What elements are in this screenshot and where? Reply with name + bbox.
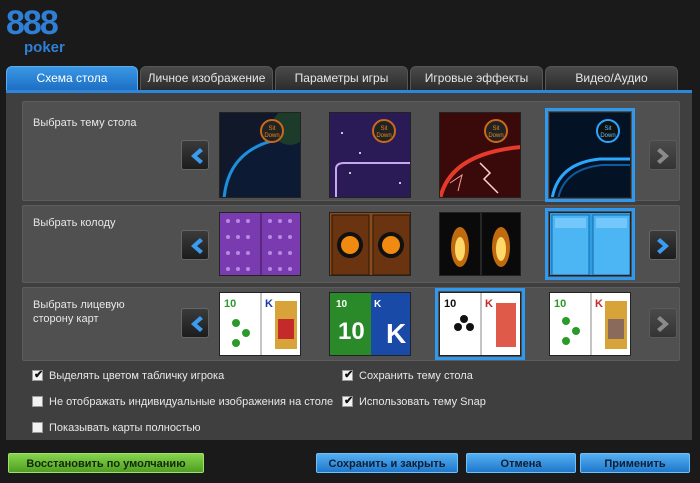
save-table-theme-option[interactable]: ✔ Сохранить тему стола (342, 369, 542, 383)
deck-prev-button[interactable] (181, 230, 209, 260)
svg-text:K: K (485, 298, 493, 310)
chevron-left-icon (191, 238, 203, 254)
svg-text:K: K (374, 299, 382, 310)
save-and-close-button[interactable]: Сохранить и закрыть (316, 453, 458, 473)
chevron-right-icon (657, 238, 669, 254)
restore-defaults-button[interactable]: Восстановить по умолчанию (8, 453, 204, 473)
table-theme-label: Выбрать тему стола (33, 117, 137, 129)
deck-option-3[interactable] (439, 212, 521, 276)
svg-text:10: 10 (554, 298, 566, 310)
table-theme-1-image: Sit Down (220, 113, 300, 197)
svg-text:Down: Down (600, 133, 615, 139)
card-face-section: Выбрать лицевую сторону карт 10 K 10 10 … (22, 287, 680, 361)
button-bar: Восстановить по умолчанию Сохранить и за… (0, 440, 700, 483)
svg-text:10: 10 (338, 318, 365, 345)
tab-video-audio[interactable]: Видео/Аудио (545, 66, 678, 90)
tab-table-scheme[interactable]: Схема стола (6, 66, 138, 90)
deck-option-1[interactable] (219, 212, 301, 276)
svg-text:Sit: Sit (380, 126, 387, 132)
table-theme-3-image: Sit Down (440, 113, 520, 197)
tab-game-effects[interactable]: Игровые эффекты (410, 66, 543, 90)
card-face-1-image: 10 K (220, 293, 300, 355)
settings-window: 888 poker Схема стола Личное изображение… (0, 0, 700, 483)
table-theme-option-3[interactable]: Sit Down (439, 112, 521, 198)
logo-poker: poker (24, 39, 65, 56)
table-theme-next-button[interactable] (649, 140, 677, 170)
svg-text:Sit: Sit (268, 126, 275, 132)
deck-1-image (220, 213, 300, 275)
highlight-player-plate-label: Выделять цветом табличку игрока (49, 370, 225, 382)
card-face-option-1[interactable]: 10 K (219, 292, 301, 356)
brand-logo: 888 poker (6, 5, 76, 61)
card-face-3-image: 10 K (440, 293, 520, 355)
table-theme-4-image: Sit Down (550, 113, 630, 197)
deck-option-2[interactable] (329, 212, 411, 276)
svg-text:10: 10 (336, 299, 348, 310)
show-full-cards-option[interactable]: Показывать карты полностью (32, 421, 332, 435)
show-full-cards-label: Показывать карты полностью (49, 422, 201, 434)
tab-game-parameters[interactable]: Параметры игры (275, 66, 408, 90)
deck-label: Выбрать колоду (33, 217, 116, 229)
table-theme-2-image: Sit Down (330, 113, 410, 197)
save-table-theme-checkbox[interactable]: ✔ (342, 369, 354, 381)
show-full-cards-checkbox[interactable] (32, 422, 43, 433)
table-theme-option-1[interactable]: Sit Down (219, 112, 301, 198)
svg-text:K: K (265, 298, 273, 310)
chevron-left-icon (191, 148, 203, 164)
deck-4-image (550, 213, 630, 275)
save-table-theme-label: Сохранить тему стола (359, 370, 473, 382)
svg-text:Sit: Sit (492, 126, 499, 132)
chevron-left-icon (191, 316, 203, 332)
hide-individual-images-option[interactable]: Не отображать индивидуальные изображения… (32, 395, 334, 409)
logo-888: 888 (6, 4, 59, 42)
cancel-button[interactable]: Отмена (466, 453, 576, 473)
apply-button[interactable]: Применить (580, 453, 690, 473)
card-face-label-line1: Выбрать лицевую (33, 299, 125, 311)
card-face-option-3[interactable]: 10 K (435, 288, 525, 360)
hide-individual-images-checkbox[interactable] (32, 396, 43, 407)
use-snap-theme-checkbox[interactable]: ✔ (342, 395, 354, 407)
svg-text:10: 10 (224, 298, 236, 310)
table-theme-option-4[interactable]: Sit Down (545, 108, 635, 202)
highlight-player-plate-checkbox[interactable]: ✔ (32, 369, 44, 381)
deck-2-image (330, 213, 410, 275)
deck-3-image (440, 213, 520, 275)
card-face-option-4[interactable]: 10 K (549, 292, 631, 356)
settings-tabs: Схема стола Личное изображение Параметры… (6, 66, 682, 90)
chevron-right-icon (657, 148, 669, 164)
svg-text:Down: Down (264, 133, 279, 139)
check-icon: ✔ (344, 395, 354, 407)
card-face-prev-button[interactable] (181, 308, 209, 338)
svg-text:Down: Down (376, 133, 391, 139)
settings-panel: Выбрать тему стола Sit Down Sit Down Sit… (6, 90, 692, 440)
check-icon: ✔ (344, 369, 354, 381)
table-theme-option-2[interactable]: Sit Down (329, 112, 411, 198)
svg-text:Sit: Sit (604, 126, 611, 132)
chevron-right-icon (657, 316, 669, 332)
card-face-next-button[interactable] (649, 308, 677, 338)
highlight-player-plate-option[interactable]: ✔ Выделять цветом табличку игрока (32, 369, 332, 383)
card-face-label-line2: сторону карт (33, 313, 99, 325)
table-theme-section: Выбрать тему стола Sit Down Sit Down Sit… (22, 101, 680, 202)
tab-personal-image[interactable]: Личное изображение (140, 66, 273, 90)
options-group: ✔ Выделять цветом табличку игрока Не ото… (22, 365, 680, 441)
svg-text:10: 10 (444, 298, 456, 310)
table-theme-prev-button[interactable] (181, 140, 209, 170)
deck-section: Выбрать колоду (22, 205, 680, 283)
svg-text:K: K (386, 318, 406, 349)
use-snap-theme-label: Использовать тему Snap (359, 396, 486, 408)
deck-option-4[interactable] (545, 208, 635, 280)
use-snap-theme-option[interactable]: ✔ Использовать тему Snap (342, 395, 542, 409)
svg-text:Down: Down (488, 133, 503, 139)
svg-text:K: K (595, 298, 603, 310)
card-face-option-2[interactable]: 10 10 K K (329, 292, 411, 356)
card-face-2-image: 10 10 K K (330, 293, 410, 355)
hide-individual-images-label: Не отображать индивидуальные изображения… (49, 396, 334, 408)
card-face-4-image: 10 K (550, 293, 630, 355)
check-icon: ✔ (34, 369, 44, 381)
deck-next-button[interactable] (649, 230, 677, 260)
